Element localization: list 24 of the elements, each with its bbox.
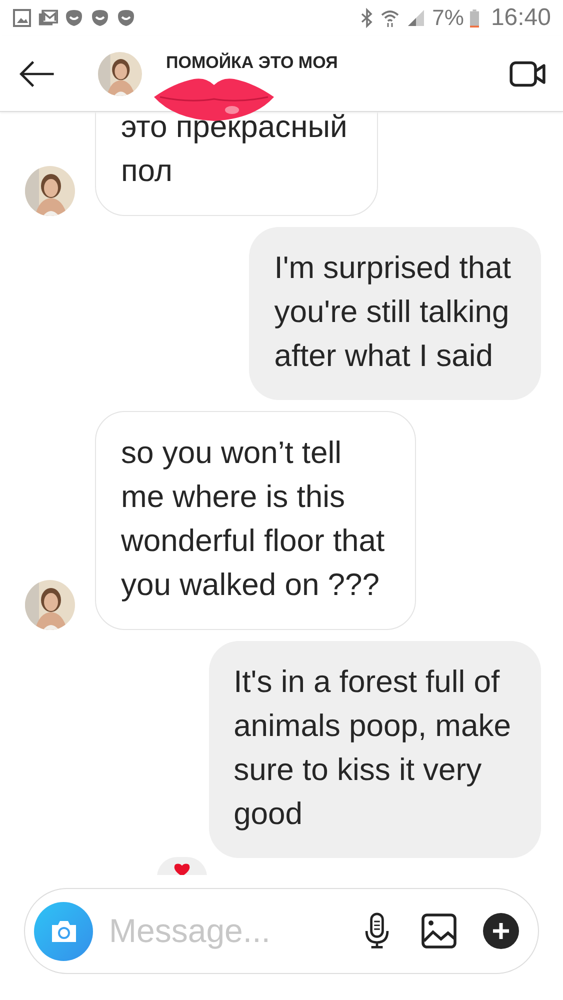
chat-icon — [116, 8, 136, 28]
signal-icon — [406, 8, 426, 28]
avatar[interactable] — [25, 580, 75, 630]
battery-icon — [470, 8, 479, 28]
message-bubble: so you won’t tell me where is this wonderful floor that you walked on ??? — [95, 411, 416, 630]
chat-icon — [64, 8, 84, 28]
bluetooth-icon — [360, 8, 374, 28]
avatar[interactable] — [98, 52, 142, 96]
message-field[interactable]: Message... — [107, 911, 327, 951]
chat-icon — [90, 8, 110, 28]
battery-percent: 7% — [432, 5, 464, 31]
clock: 16:40 — [490, 4, 551, 32]
message-bubble: это прекрасный пол — [95, 112, 378, 216]
back-icon[interactable] — [18, 60, 56, 88]
camera-button[interactable] — [34, 902, 93, 960]
wifi-icon — [380, 8, 400, 28]
plus-icon[interactable] — [483, 912, 519, 950]
message-bubble: It's in a forest full of animals poop, make sure to kiss it very good — [208, 641, 541, 858]
image-icon[interactable] — [421, 912, 457, 950]
image-icon — [12, 8, 32, 28]
message-bubble: I'm surprised that you're still talking after what I said — [249, 227, 541, 400]
chat-title[interactable]: ПОМОЙКА ЭТО МОЯ — [166, 53, 338, 73]
video-camera-icon[interactable] — [509, 58, 547, 88]
avatar[interactable] — [25, 166, 75, 216]
